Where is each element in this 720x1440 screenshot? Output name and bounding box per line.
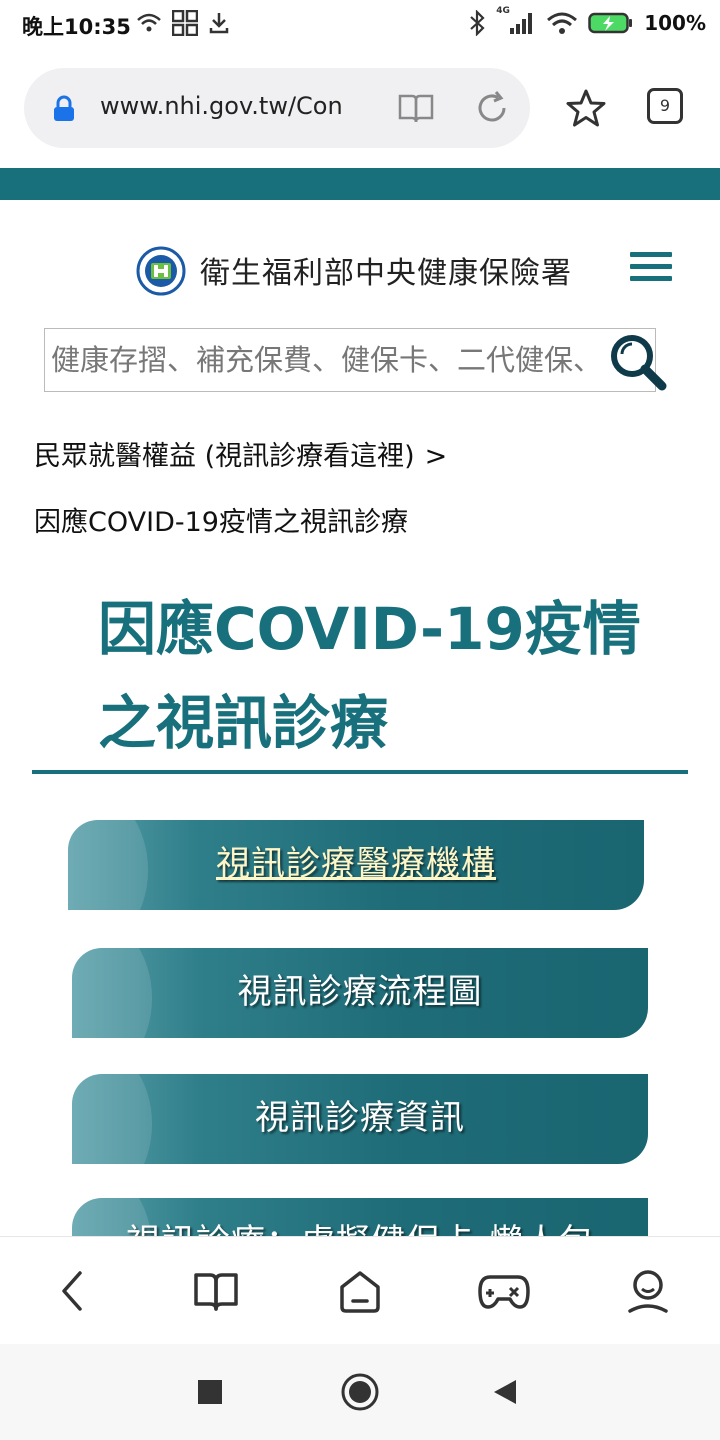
- info-button[interactable]: 視訊診療資訊: [72, 1074, 648, 1164]
- breadcrumb-parent-link[interactable]: 民眾就醫權益 (視訊診療看這裡): [34, 441, 415, 472]
- back-triangle-icon[interactable]: [492, 1378, 518, 1406]
- reader-mode-icon[interactable]: [396, 88, 436, 128]
- search-box: [44, 328, 656, 392]
- battery-percent: 100%: [644, 11, 706, 35]
- download-icon: [209, 13, 229, 34]
- qr-icon: [172, 10, 198, 36]
- recents-icon[interactable]: [198, 1380, 222, 1404]
- profile-icon[interactable]: [624, 1267, 672, 1315]
- site-name[interactable]: 衛生福利部中央健康保險署: [200, 248, 572, 292]
- browser-toolbar: www.nhi.gov.tw/Con 9: [0, 50, 720, 168]
- search-icon[interactable]: [608, 332, 668, 392]
- battery-charging-icon: [588, 12, 633, 34]
- page-title-line1: 因應COVID-19疫情: [98, 595, 641, 663]
- refresh-icon[interactable]: [472, 88, 512, 128]
- home-icon[interactable]: [336, 1267, 384, 1315]
- info-button-label: 視訊診療資訊: [255, 1098, 465, 1138]
- wifi-icon: [547, 12, 578, 34]
- flowchart-button-label: 視訊診療流程圖: [237, 972, 483, 1012]
- lock-icon: [54, 95, 74, 121]
- wifi-assist-icon: [137, 13, 161, 32]
- cell-signal-icon: 4G: [496, 6, 536, 36]
- hamburger-menu-icon[interactable]: [630, 252, 672, 288]
- search-input[interactable]: [45, 329, 625, 391]
- breadcrumb: 民眾就醫權益 (視訊診療看這裡) > 因應COVID-19疫情之視訊診療: [34, 424, 694, 556]
- status-time: 晚上10:35: [22, 15, 131, 39]
- clinics-button-label: 視訊診療醫療機構: [216, 844, 496, 884]
- nhi-logo-icon[interactable]: [136, 246, 186, 296]
- clinics-button[interactable]: 視訊診療醫療機構: [68, 820, 644, 910]
- home-circle-icon[interactable]: [340, 1372, 380, 1412]
- breadcrumb-separator: >: [424, 441, 448, 472]
- games-icon[interactable]: [478, 1267, 530, 1315]
- page-title-line2: 之視訊診療: [98, 689, 389, 757]
- flowchart-button[interactable]: 視訊診療流程圖: [72, 948, 648, 1038]
- site-top-band: [0, 168, 720, 200]
- tab-count-button[interactable]: 9: [647, 88, 683, 124]
- page-title: 因應COVID-19疫情 之視訊診療: [98, 582, 678, 770]
- url-text[interactable]: www.nhi.gov.tw/Con: [100, 92, 360, 120]
- bookmarks-icon[interactable]: [192, 1267, 240, 1315]
- bottom-toolbar: [0, 1236, 720, 1344]
- breadcrumb-current: 因應COVID-19疫情之視訊診療: [34, 507, 408, 538]
- bluetooth-icon: [470, 10, 485, 36]
- back-icon[interactable]: [56, 1267, 88, 1315]
- site-header: 衛生福利部中央健康保險署: [0, 200, 720, 320]
- bookmark-star-icon[interactable]: [566, 88, 606, 128]
- system-navigation-bar: [0, 1344, 720, 1440]
- status-bar: 晚上10:35 4G 100%: [0, 0, 720, 50]
- title-divider: [32, 770, 688, 774]
- address-bar[interactable]: www.nhi.gov.tw/Con: [24, 68, 530, 148]
